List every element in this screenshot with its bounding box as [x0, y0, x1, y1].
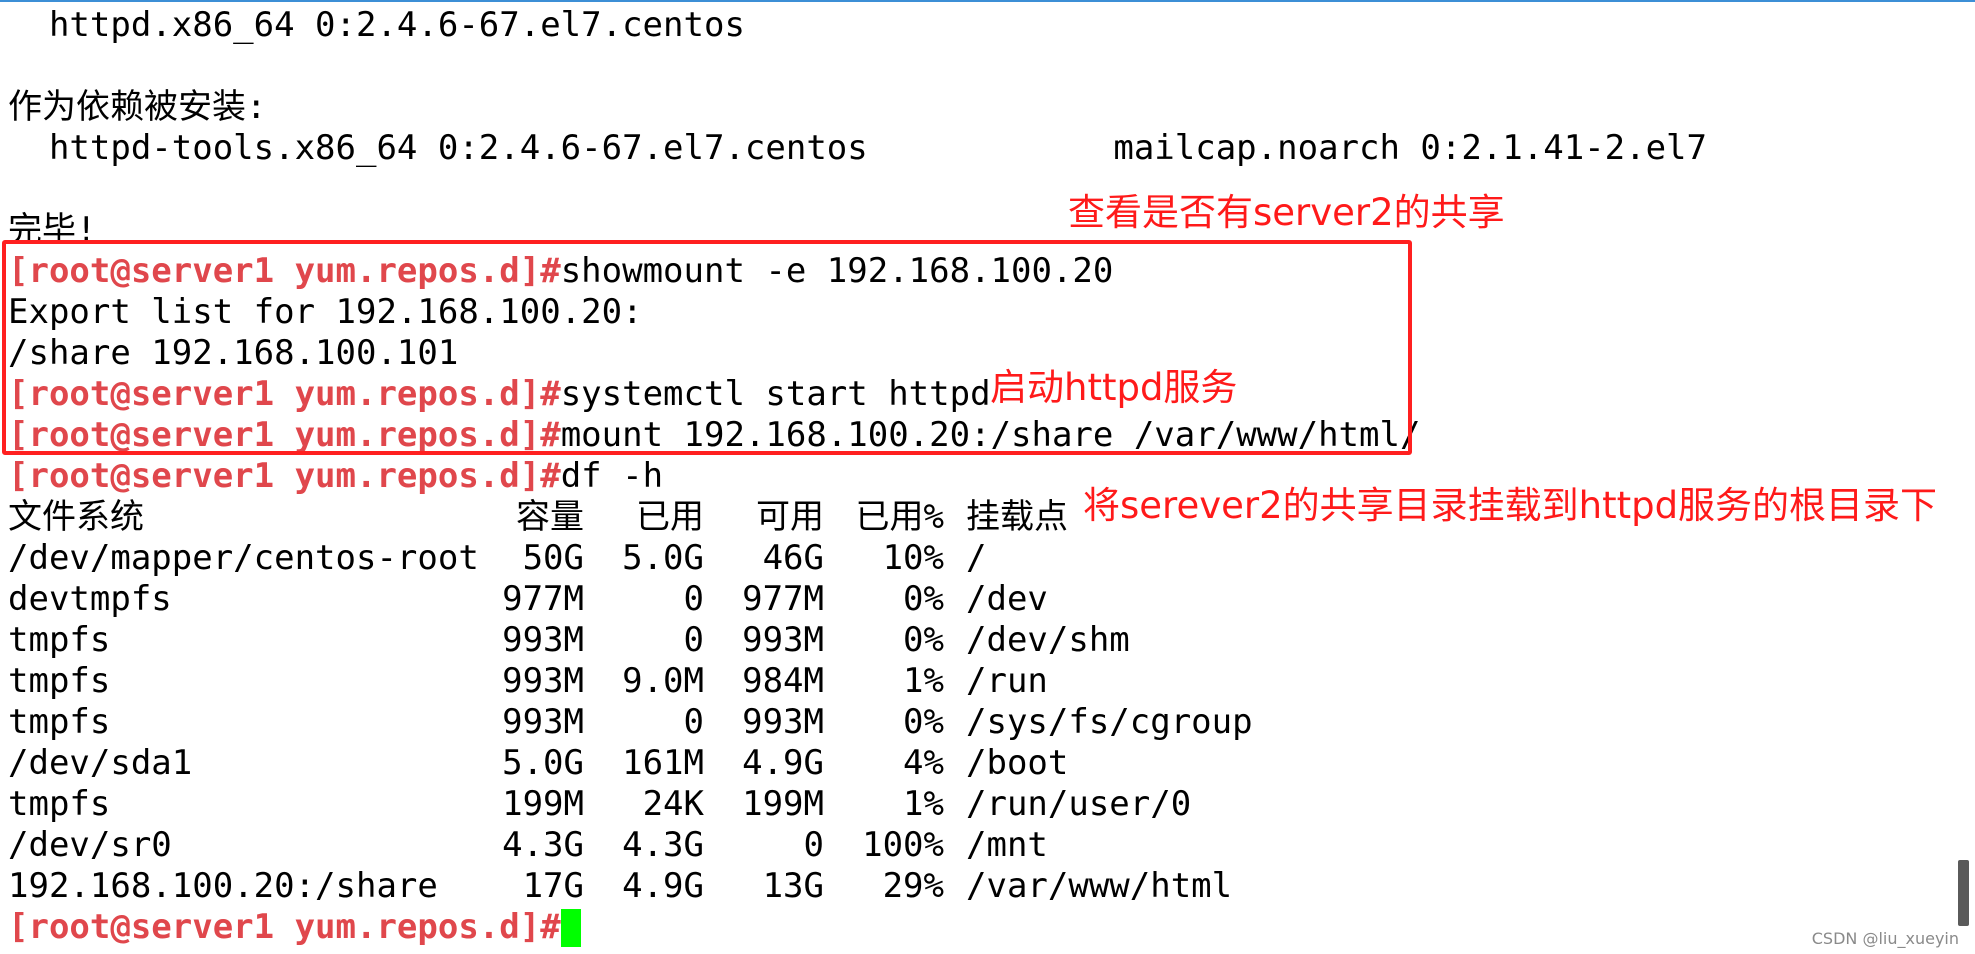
df-avail-cell: 984M [742, 661, 824, 701]
df-mounted-on-cell: /sys/fs/cgroup [966, 702, 1253, 742]
df-used-cell: 4.3G [622, 825, 704, 865]
df-mounted-on-cell: /var/www/html [966, 866, 1233, 906]
df-use-percent-cell: 1% [903, 661, 944, 701]
df-filesystem-cell: tmpfs [8, 784, 111, 824]
df-used-cell: 0 [683, 702, 704, 742]
df-size-cell: 993M [502, 620, 584, 660]
df-use-percent-cell: 1% [903, 784, 944, 824]
highlight-box [2, 240, 1412, 455]
df-filesystem-cell: /dev/mapper/centos-root [8, 538, 479, 578]
df-filesystem-cell: tmpfs [8, 620, 111, 660]
df-filesystem-cell: tmpfs [8, 661, 111, 701]
df-use-percent-cell: 0% [903, 702, 944, 742]
df-use-percent-cell: 0% [903, 579, 944, 619]
df-size-cell: 50G [522, 538, 584, 578]
df-mounted-on-cell: /boot [966, 743, 1069, 783]
df-filesystem-cell: /dev/sr0 [8, 825, 172, 865]
df-used-cell: 0 [683, 579, 704, 619]
df-mounted-on-cell: / [966, 538, 987, 578]
df-avail-cell: 13G [762, 866, 824, 906]
df-used-cell: 4.9G [622, 866, 704, 906]
df-used-cell: 161M [622, 743, 704, 783]
install-line: httpd.x86_64 0:2.4.6-67.el7.centos [8, 5, 745, 45]
df-use-percent-cell: 0% [903, 620, 944, 660]
window-top-border [0, 0, 1975, 2]
df-size-cell: 容量 [516, 497, 584, 537]
df-filesystem-cell: 文件系统 [8, 497, 144, 537]
df-avail-cell: 可用 [756, 497, 824, 537]
df-use-percent-cell: 29% [882, 866, 944, 906]
shell-prompt: [root@server1 yum.repos.d]# [8, 907, 561, 947]
df-avail-cell: 0 [803, 825, 824, 865]
df-size-cell: 199M [502, 784, 584, 824]
df-avail-cell: 993M [742, 702, 824, 742]
df-size-cell: 993M [502, 702, 584, 742]
text-cursor[interactable] [560, 909, 581, 947]
df-mounted-on-cell: /dev/shm [966, 620, 1130, 660]
active-command-line[interactable]: [root@server1 yum.repos.d]# [8, 907, 581, 948]
df-mounted-on-cell: 挂载点 [966, 497, 1068, 537]
annotation-start-httpd: 启动httpd服务 [990, 366, 1238, 409]
df-used-cell: 24K [642, 784, 704, 824]
dependency-heading: 作为依赖被安装: [8, 87, 267, 127]
df-use-percent-cell: 10% [882, 538, 944, 578]
df-size-cell: 993M [502, 661, 584, 701]
shell-prompt: [root@server1 yum.repos.d]# [8, 456, 561, 496]
df-mounted-on-cell: /run/user/0 [966, 784, 1192, 824]
df-size-cell: 4.3G [502, 825, 584, 865]
df-mounted-on-cell: /mnt [966, 825, 1048, 865]
df-used-cell: 0 [683, 620, 704, 660]
df-avail-cell: 199M [742, 784, 824, 824]
df-use-percent-cell: 已用% [855, 497, 944, 537]
df-filesystem-cell: devtmpfs [8, 579, 172, 619]
df-used-cell: 已用 [636, 497, 704, 537]
df-size-cell: 5.0G [502, 743, 584, 783]
scrollbar-thumb[interactable] [1958, 860, 1969, 926]
df-filesystem-cell: 192.168.100.20:/share [8, 866, 438, 906]
df-avail-cell: 46G [762, 538, 824, 578]
annotation-mount-share: 将serever2的共享目录挂载到httpd服务的根目录下 [1083, 484, 1938, 527]
command-text: df -h [560, 456, 664, 496]
dependency-packages: httpd-tools.x86_64 0:2.4.6-67.el7.centos… [8, 128, 1707, 168]
df-avail-cell: 993M [742, 620, 824, 660]
df-mounted-on-cell: /dev [966, 579, 1048, 619]
df-size-cell: 17G [522, 866, 584, 906]
command-line: [root@server1 yum.repos.d]#df -h [8, 456, 663, 497]
df-use-percent-cell: 100% [862, 825, 944, 865]
df-used-cell: 5.0G [622, 538, 704, 578]
df-avail-cell: 4.9G [742, 743, 824, 783]
df-use-percent-cell: 4% [903, 743, 944, 783]
df-filesystem-cell: tmpfs [8, 702, 111, 742]
df-used-cell: 9.0M [622, 661, 704, 701]
df-avail-cell: 977M [742, 579, 824, 619]
annotation-check-share: 查看是否有server2的共享 [1068, 191, 1505, 234]
watermark: CSDN @liu_xueyin [1811, 929, 1959, 948]
df-mounted-on-cell: /run [966, 661, 1048, 701]
df-size-cell: 977M [502, 579, 584, 619]
df-filesystem-cell: /dev/sda1 [8, 743, 193, 783]
